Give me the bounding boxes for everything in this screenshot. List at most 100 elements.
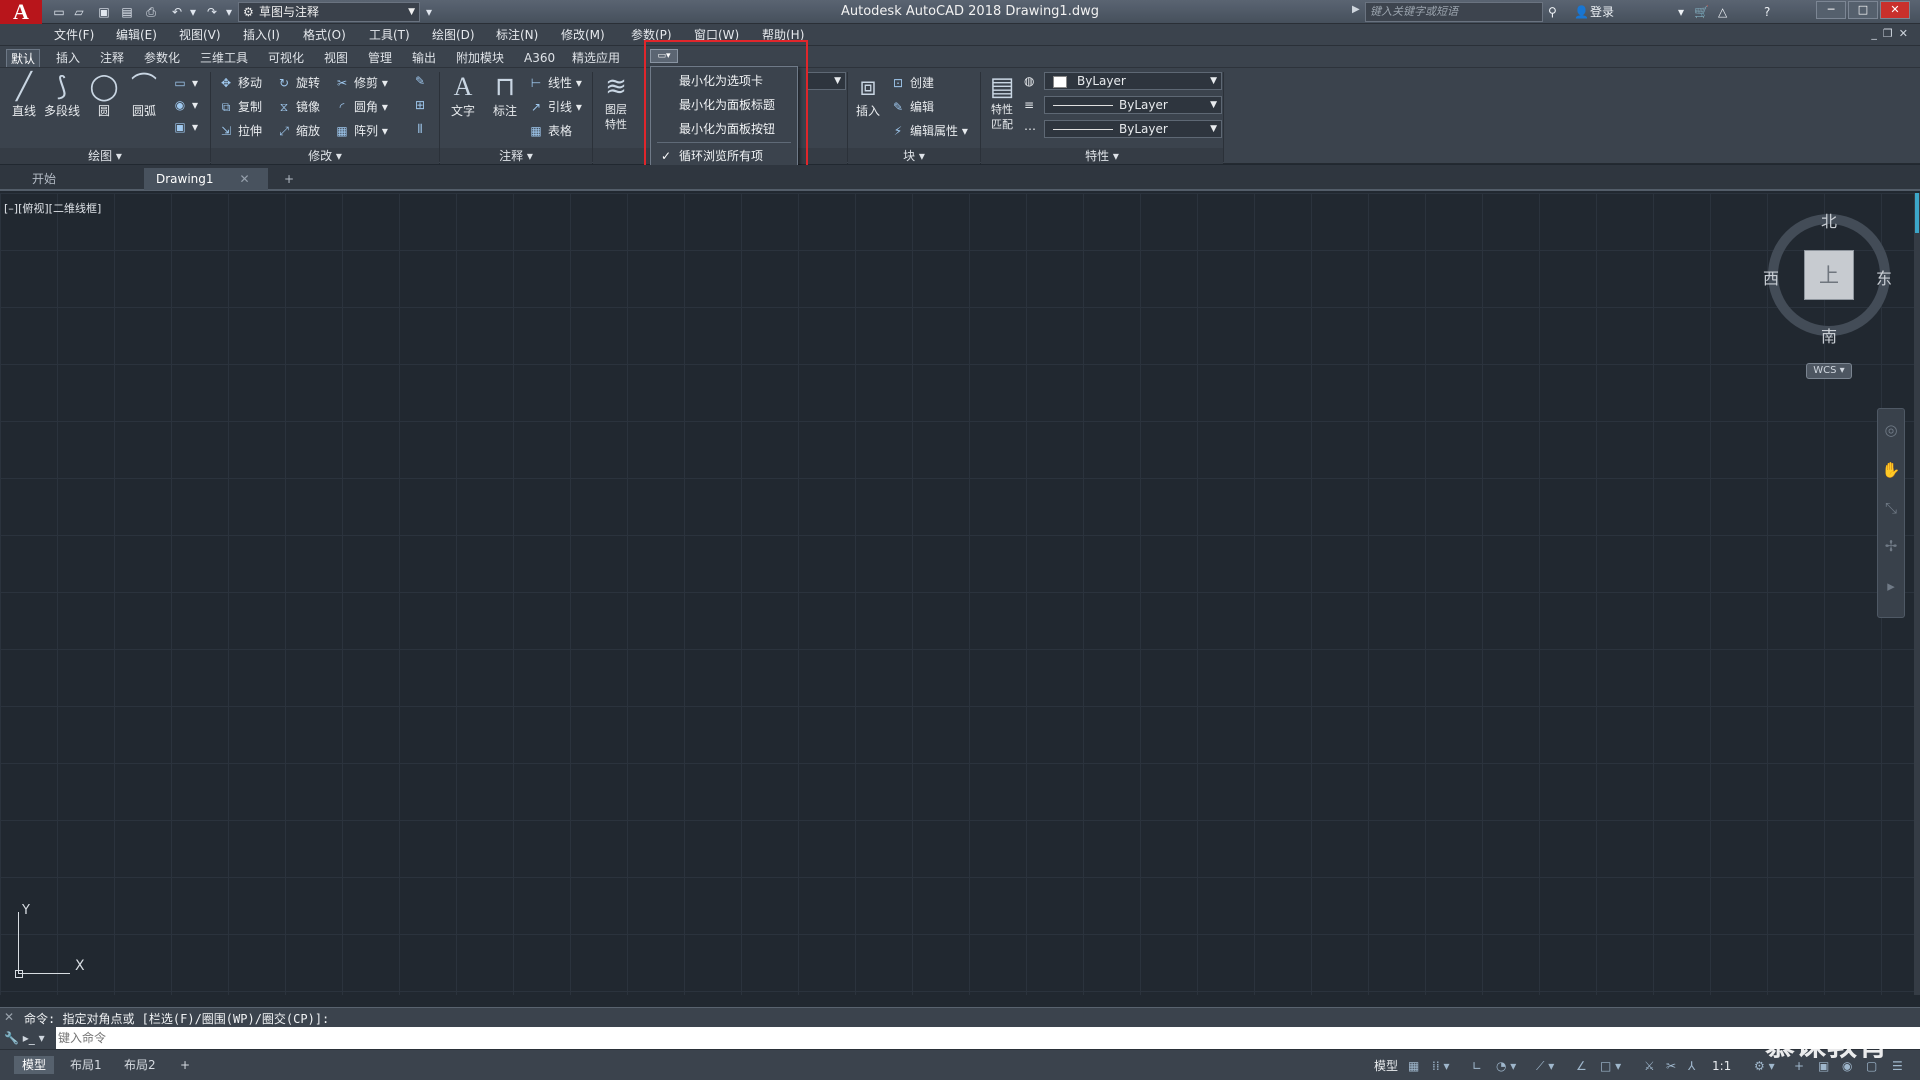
workspace-select[interactable]: ⚙ 草图与注释 ▼: [238, 2, 420, 22]
linetype-icon[interactable]: ≡: [1024, 98, 1034, 112]
tab-home[interactable]: 默认: [6, 49, 41, 67]
new-file-icon[interactable]: ▭: [50, 3, 68, 21]
annotation-scale-value[interactable]: 1:1: [1712, 1057, 1731, 1075]
annotation-visibility-icon[interactable]: ⚔: [1644, 1057, 1655, 1075]
menu-modify[interactable]: 修改(M): [561, 27, 605, 43]
redo-icon[interactable]: ↷: [203, 3, 221, 21]
tab-addins[interactable]: 附加模块: [452, 49, 508, 67]
close-command-line-icon[interactable]: ✕: [4, 1010, 14, 1024]
add-layout-button[interactable]: +: [172, 1056, 198, 1074]
layer-dropdown[interactable]: ▼: [806, 72, 846, 90]
menu-file[interactable]: 文件(F): [54, 27, 94, 43]
color-dropdown[interactable]: ByLayer ▼: [1044, 72, 1222, 90]
vertical-scrollbar[interactable]: [1914, 193, 1920, 995]
ortho-icon[interactable]: ∟: [1472, 1057, 1482, 1075]
new-tab-button[interactable]: +: [272, 168, 306, 190]
close-tab-icon[interactable]: ✕: [240, 172, 250, 186]
lineweight-dropdown[interactable]: ByLayer ▼: [1044, 120, 1222, 138]
tab-view[interactable]: 视图: [320, 49, 352, 67]
menu-draw[interactable]: 绘图(D): [432, 27, 475, 43]
user-icon[interactable]: 👤: [1574, 3, 1589, 21]
maximize-button[interactable]: □: [1848, 1, 1878, 19]
stretch-tool[interactable]: ⇲ 拉伸: [218, 122, 262, 139]
save-icon[interactable]: ▣: [95, 3, 113, 21]
match-properties-tool[interactable]: ▤ 特性匹配: [982, 72, 1022, 132]
tab-3d-tools[interactable]: 三维工具: [196, 49, 252, 67]
menu-insert[interactable]: 插入(I): [243, 27, 280, 43]
viewcube-south[interactable]: 南: [1821, 323, 1837, 347]
close-button[interactable]: ✕: [1880, 1, 1910, 19]
a360-icon[interactable]: △: [1718, 3, 1727, 21]
customization-menu-icon[interactable]: ☰: [1892, 1057, 1903, 1075]
save-as-icon[interactable]: ▤: [118, 3, 136, 21]
showmotion-icon[interactable]: ▸: [1878, 577, 1904, 595]
tab-output[interactable]: 输出: [408, 49, 440, 67]
edit-attributes-tool[interactable]: ⚡ 编辑属性 ▾: [890, 122, 968, 139]
tab-model[interactable]: 模型: [14, 1056, 55, 1074]
menu-format[interactable]: 格式(O): [303, 27, 346, 43]
tab-manage[interactable]: 管理: [364, 49, 396, 67]
open-file-icon[interactable]: ▱: [70, 3, 88, 21]
orbit-icon[interactable]: ✢: [1878, 537, 1904, 555]
insert-block-tool[interactable]: ⧈ 插入: [848, 72, 888, 119]
arc-tool[interactable]: ⌒ 圆弧: [124, 72, 164, 119]
erase-tool[interactable]: ✎: [412, 74, 432, 88]
osnap-icon[interactable]: □ ▾: [1600, 1057, 1621, 1075]
rectangle-tool[interactable]: ▭ ▾: [172, 76, 198, 90]
text-tool[interactable]: A 文字: [443, 72, 483, 119]
cart-icon[interactable]: 🛒: [1694, 3, 1709, 21]
viewport-controls[interactable]: [–][俯视][二维线框]: [4, 200, 101, 216]
copy-tool[interactable]: ⧉ 复制: [218, 98, 262, 115]
draw-panel-title[interactable]: 绘图 ▾: [0, 148, 210, 164]
pan-icon[interactable]: ✋: [1878, 461, 1904, 479]
model-space-button[interactable]: 模型: [1374, 1057, 1398, 1075]
command-customize-icon[interactable]: 🔧 ▸_ ▾: [0, 1027, 56, 1049]
lineweight-icon[interactable]: ⋯: [1024, 122, 1036, 136]
polar-icon[interactable]: ◔ ▾: [1496, 1057, 1516, 1075]
isodraft-icon[interactable]: ⟋ ▾: [1536, 1057, 1554, 1075]
application-menu-button[interactable]: A: [0, 0, 42, 24]
scale-tool[interactable]: ⤢ 缩放: [276, 122, 320, 139]
linear-dim-tool[interactable]: ⊢ 线性 ▾: [528, 74, 582, 91]
properties-panel-title[interactable]: 特性 ▾: [981, 148, 1223, 164]
menu-dimension[interactable]: 标注(N): [496, 27, 538, 43]
zoom-extents-icon[interactable]: ⤡: [1878, 499, 1904, 517]
document-window-controls[interactable]: _❐✕: [1871, 27, 1914, 40]
redo-dropdown-icon[interactable]: ▾: [220, 3, 238, 21]
snap-icon[interactable]: ⁞⁞ ▾: [1432, 1057, 1449, 1075]
mirror-tool[interactable]: ⧖ 镜像: [276, 98, 320, 115]
tab-visualize[interactable]: 可视化: [264, 49, 308, 67]
annotation-scale-icon[interactable]: ⅄: [1688, 1057, 1695, 1075]
customize-quick-access-icon[interactable]: ▾: [420, 3, 438, 21]
array-tool[interactable]: ▦ 阵列 ▾: [334, 122, 388, 139]
annotation-panel-title[interactable]: 注释 ▾: [440, 148, 592, 164]
menu-view[interactable]: 视图(V): [179, 27, 221, 43]
tab-a360[interactable]: A360: [520, 49, 559, 67]
wcs-menu-button[interactable]: WCS ▾: [1806, 363, 1852, 379]
create-block-tool[interactable]: ⊡ 创建: [890, 74, 934, 91]
block-panel-title[interactable]: 块 ▾: [848, 148, 980, 164]
hatch-tool[interactable]: ◉ ▾: [172, 98, 198, 112]
chevron-right-icon[interactable]: ▶: [1352, 4, 1360, 15]
trim-tool[interactable]: ✂ 修剪 ▾: [334, 74, 388, 91]
line-tool[interactable]: ╱ 直线: [4, 72, 44, 119]
menu-edit[interactable]: 编辑(E): [116, 27, 157, 43]
command-input[interactable]: [58, 1029, 1758, 1047]
color-wheel-icon[interactable]: ◍: [1024, 74, 1034, 88]
dimension-tool[interactable]: ⊓ 标注: [485, 72, 525, 119]
scrollbar-thumb[interactable]: [1915, 193, 1919, 233]
drawing-canvas[interactable]: [0, 193, 1914, 995]
menu-tools[interactable]: 工具(T): [369, 27, 410, 43]
login-link[interactable]: 登录: [1590, 3, 1614, 21]
login-dropdown-icon[interactable]: ▾: [1678, 3, 1684, 21]
viewcube-east[interactable]: 东: [1876, 265, 1892, 289]
layer-properties-tool[interactable]: ≋ 图层特性: [596, 72, 636, 132]
table-tool[interactable]: ▦ 表格: [528, 122, 572, 139]
tab-layout1[interactable]: 布局1: [62, 1056, 110, 1074]
tab-insert[interactable]: 插入: [52, 49, 84, 67]
undo-dropdown-icon[interactable]: ▾: [184, 3, 202, 21]
polyline-tool[interactable]: ⟆ 多段线: [42, 72, 82, 119]
auto-scale-icon[interactable]: ✂: [1666, 1057, 1676, 1075]
tab-layout2[interactable]: 布局2: [116, 1056, 164, 1074]
viewcube-north[interactable]: 北: [1821, 208, 1837, 232]
